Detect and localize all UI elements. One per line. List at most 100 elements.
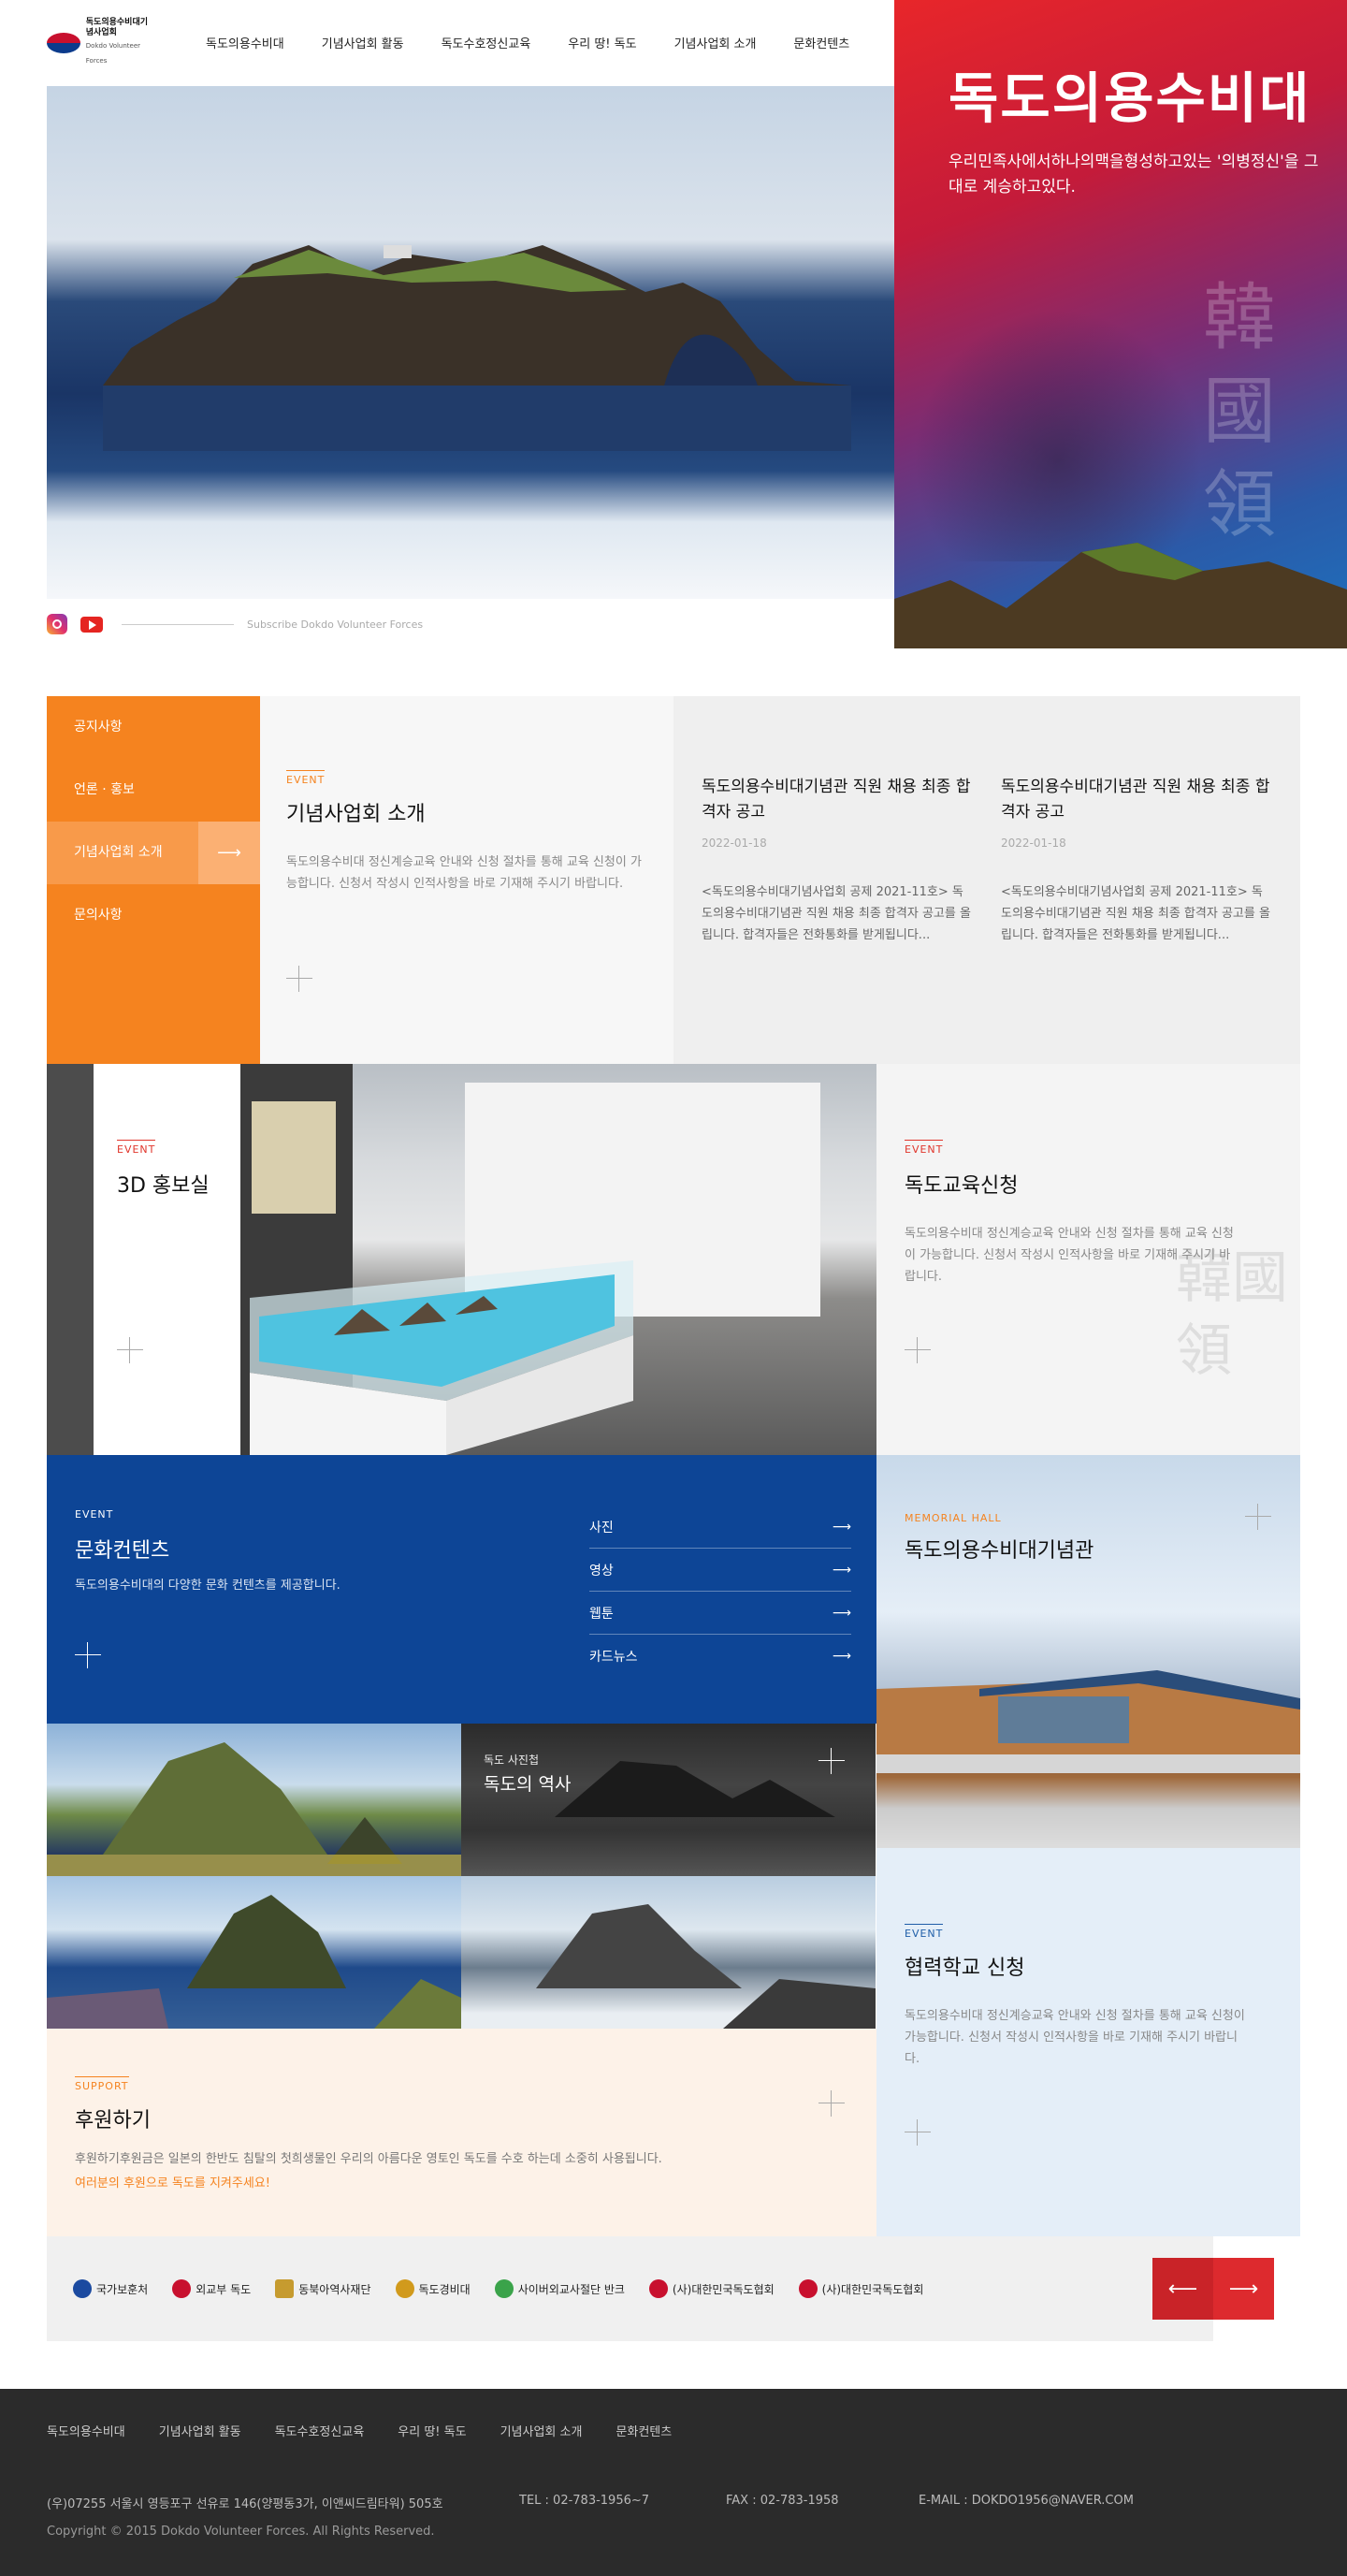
board-tab-about[interactable]: 기념사업회 소개 ⟶: [47, 822, 260, 884]
plus-icon[interactable]: [818, 2090, 845, 2117]
arrow-right-icon: ⟶: [832, 1519, 851, 1535]
footer-fax: FAX : 02-783-1958: [726, 2494, 839, 2508]
culture-link-photo[interactable]: 사진 ⟶: [589, 1506, 851, 1549]
event-tag: EVENT: [75, 1508, 114, 1521]
edu-title: 독도교육신청: [905, 1174, 1019, 1198]
news-item[interactable]: 독도의용수비대기념관 직원 채용 최종 합격자 공고 2022-01-18 <독…: [1001, 775, 1272, 946]
org-emblem-icon: [798, 2279, 818, 2298]
partner-school-section[interactable]: EVENT 협력학교 신청 독도의용수비대 정신계승교육 안내와 신청 절차를 …: [876, 1848, 1300, 2236]
plus-icon[interactable]: [818, 1748, 845, 1774]
plus-icon[interactable]: [117, 1337, 143, 1363]
gallery-photo[interactable]: [47, 1876, 461, 2029]
footer-nav-item[interactable]: 기념사업회 활동: [159, 2422, 241, 2439]
exhibit-case-illustration: [240, 1064, 820, 1455]
event-tag: EVENT: [286, 770, 326, 786]
board-tab-inquiry[interactable]: 문의사항: [47, 884, 260, 947]
culture-desc: 독도의용수비대의 다양한 문화 컨텐츠를 제공합니다.: [75, 1579, 340, 1593]
org-emblem-icon: [395, 2279, 414, 2298]
plus-icon[interactable]: [75, 1642, 101, 1668]
logo-text: 독도의용수비대기념사업회 Dokdo Volunteer Forces: [85, 18, 149, 65]
arrow-right-icon: ⟶: [832, 1649, 851, 1664]
news-panel: 독도의용수비대기념관 직원 채용 최종 합격자 공고 2022-01-18 <독…: [674, 696, 1300, 1064]
board-tab-notice[interactable]: 공지사항: [47, 696, 260, 759]
logo-mofa[interactable]: 외교부 독도: [172, 2279, 251, 2298]
plus-icon[interactable]: [286, 966, 312, 992]
memorial-hall-section[interactable]: MEMORIAL HALL 독도의용수비대기념관: [876, 1455, 1300, 1848]
footer-nav-item[interactable]: 문화컨텐츠: [616, 2422, 672, 2439]
footer-nav-item[interactable]: 우리 땅! 독도: [398, 2422, 466, 2439]
footer-nav-item[interactable]: 독도수호정신교육: [275, 2422, 365, 2439]
footer-address: (우)07255 서울시 영등포구 선유로 146(양평동3가, 이앤씨드림타워…: [47, 2497, 443, 2511]
edu-desc: 독도의용수비대 정신계승교육 안내와 신청 절차를 통해 교육 신청이 가능합니…: [905, 1227, 1234, 1284]
logo-vank[interactable]: 사이버외교사절단 반크: [494, 2279, 625, 2298]
news-date: 2022-01-18: [702, 837, 767, 850]
news-title: 독도의용수비대기념관 직원 채용 최종 합격자 공고: [1001, 778, 1270, 822]
logo-mpva[interactable]: 국가보훈처: [73, 2279, 148, 2298]
nav-item[interactable]: 기념사업회 소개: [674, 34, 757, 51]
org-emblem-icon: [172, 2279, 192, 2298]
nav-item[interactable]: 우리 땅! 독도: [568, 34, 636, 51]
memorial-building-illustration: [876, 1670, 1300, 1773]
nav-item[interactable]: 독도수호정신교육: [442, 34, 531, 51]
culture-link-webtoon[interactable]: 웹툰 ⟶: [589, 1592, 851, 1635]
footer-copyright: Copyright © 2015 Dokdo Volunteer Forces.…: [47, 2525, 435, 2539]
education-apply-section[interactable]: 韓國領 EVENT 독도교육신청 독도의용수비대 정신계승교육 안내와 신청 절…: [876, 1064, 1300, 1455]
logo-emblem-icon: [47, 33, 80, 53]
plus-icon[interactable]: [1245, 1504, 1271, 1530]
banner-title: 독도의용수비대: [949, 66, 1311, 130]
vr-section[interactable]: EVENT 3D 홍보실: [47, 1064, 876, 1455]
support-title: 후원하기: [75, 2109, 151, 2132]
main-nav: 독도의용수비대 기념사업회 활동 독도수호정신교육 우리 땅! 독도 기념사업회…: [206, 34, 887, 51]
partner-logos: 국가보훈처 외교부 독도 동북아역사재단 독도경비대 사이버외교사절단 반크 (…: [47, 2236, 1213, 2341]
gallery-title: 독도의 역사: [484, 1774, 572, 1795]
next-arrow-icon[interactable]: ⟶: [1213, 2258, 1274, 2320]
org-emblem-icon: [494, 2279, 514, 2298]
board-menu: 공지사항 언론 · 홍보 기념사업회 소개 ⟶ 문의사항: [47, 696, 260, 1064]
news-item[interactable]: 독도의용수비대기념관 직원 채용 최종 합격자 공고 2022-01-18 <독…: [702, 775, 973, 946]
social-links: Subscribe Dokdo Volunteer Forces: [47, 614, 423, 634]
culture-link-cardnews[interactable]: 카드뉴스 ⟶: [589, 1635, 851, 1678]
culture-link-video[interactable]: 영상 ⟶: [589, 1549, 851, 1592]
site-logo[interactable]: 독도의용수비대기념사업회 Dokdo Volunteer Forces: [47, 18, 159, 65]
footer-nav: 독도의용수비대 기념사업회 활동 독도수호정신교육 우리 땅! 독도 기념사업회…: [47, 2422, 672, 2439]
board-tab-press[interactable]: 언론 · 홍보: [47, 759, 260, 822]
logo-police[interactable]: 독도경비대: [395, 2279, 471, 2298]
dokdo-volunteer-banner[interactable]: 韓國領 독도의용수비대 우리민족사에서하나의맥을형성하고있는 '의병정신'을 그…: [894, 0, 1347, 648]
logo-nahf[interactable]: 동북아역사재단: [275, 2279, 371, 2298]
nav-item[interactable]: 기념사업회 활동: [322, 34, 404, 51]
prev-arrow-icon[interactable]: ⟵: [1152, 2258, 1213, 2320]
hero-dokdo-photo: [47, 86, 894, 599]
partner-title: 협력학교 신청: [905, 1957, 1025, 1980]
footer-email: E-MAIL : DOKDO1956@NAVER.COM: [919, 2494, 1134, 2508]
island-illustration: [103, 245, 851, 451]
nav-item[interactable]: 독도의용수비대: [206, 34, 284, 51]
culture-content-section: EVENT 문화컨텐츠 독도의용수비대의 다양한 문화 컨텐츠를 제공합니다. …: [47, 1455, 876, 1724]
instagram-icon[interactable]: [47, 614, 67, 634]
footer-tel: TEL : 02-783-1956~7: [519, 2494, 650, 2508]
event-tag: EVENT: [117, 1140, 156, 1156]
footer-nav-item[interactable]: 기념사업회 소개: [500, 2422, 583, 2439]
support-section[interactable]: SUPPORT 후원하기 후원하기후원금은 일본의 한반도 침탈의 첫희생물인 …: [47, 2029, 876, 2236]
gallery-photo[interactable]: [461, 1876, 876, 2029]
partner-desc: 독도의용수비대 정신계승교육 안내와 신청 절차를 통해 교육 신청이 가능합니…: [905, 2009, 1245, 2066]
gallery-history-card[interactable]: 독도 사진첩 독도의 역사: [461, 1724, 876, 1876]
news-date: 2022-01-18: [1001, 837, 1066, 850]
nav-item[interactable]: 문화컨텐츠: [793, 34, 849, 51]
support-cta[interactable]: 여러분의 후원으로 독도를 지켜주세요!: [75, 2173, 270, 2190]
gallery-photo[interactable]: [47, 1724, 461, 1876]
board-intro-panel: EVENT 기념사업회 소개 독도의용수비대 정신계승교육 안내와 신청 절차를…: [260, 696, 674, 1064]
memorial-title: 독도의용수비대기념관: [905, 1539, 1094, 1563]
arrow-right-icon: ⟶: [832, 1562, 851, 1578]
plus-icon[interactable]: [905, 1337, 931, 1363]
divider: [122, 623, 234, 625]
youtube-icon[interactable]: [80, 616, 103, 633]
logo-slider-nav: ⟵ ⟶: [1152, 2258, 1274, 2320]
news-title: 독도의용수비대기념관 직원 채용 최종 합격자 공고: [702, 778, 971, 822]
culture-links: 사진 ⟶ 영상 ⟶ 웹툰 ⟶ 카드뉴스 ⟶: [589, 1506, 851, 1678]
logo-dokdo-assoc[interactable]: (사)대한민국독도협회: [798, 2279, 923, 2298]
logo-dokdo-assoc[interactable]: (사)대한민국독도협회: [648, 2279, 775, 2298]
footer-nav-item[interactable]: 독도의용수비대: [47, 2422, 125, 2439]
plus-icon[interactable]: [905, 2119, 931, 2146]
subscribe-text: Subscribe Dokdo Volunteer Forces: [247, 618, 424, 631]
news-body: <독도의용수비대기념사업회 공제 2021-11호> 독도의용수비대기념관 직원…: [702, 885, 971, 942]
